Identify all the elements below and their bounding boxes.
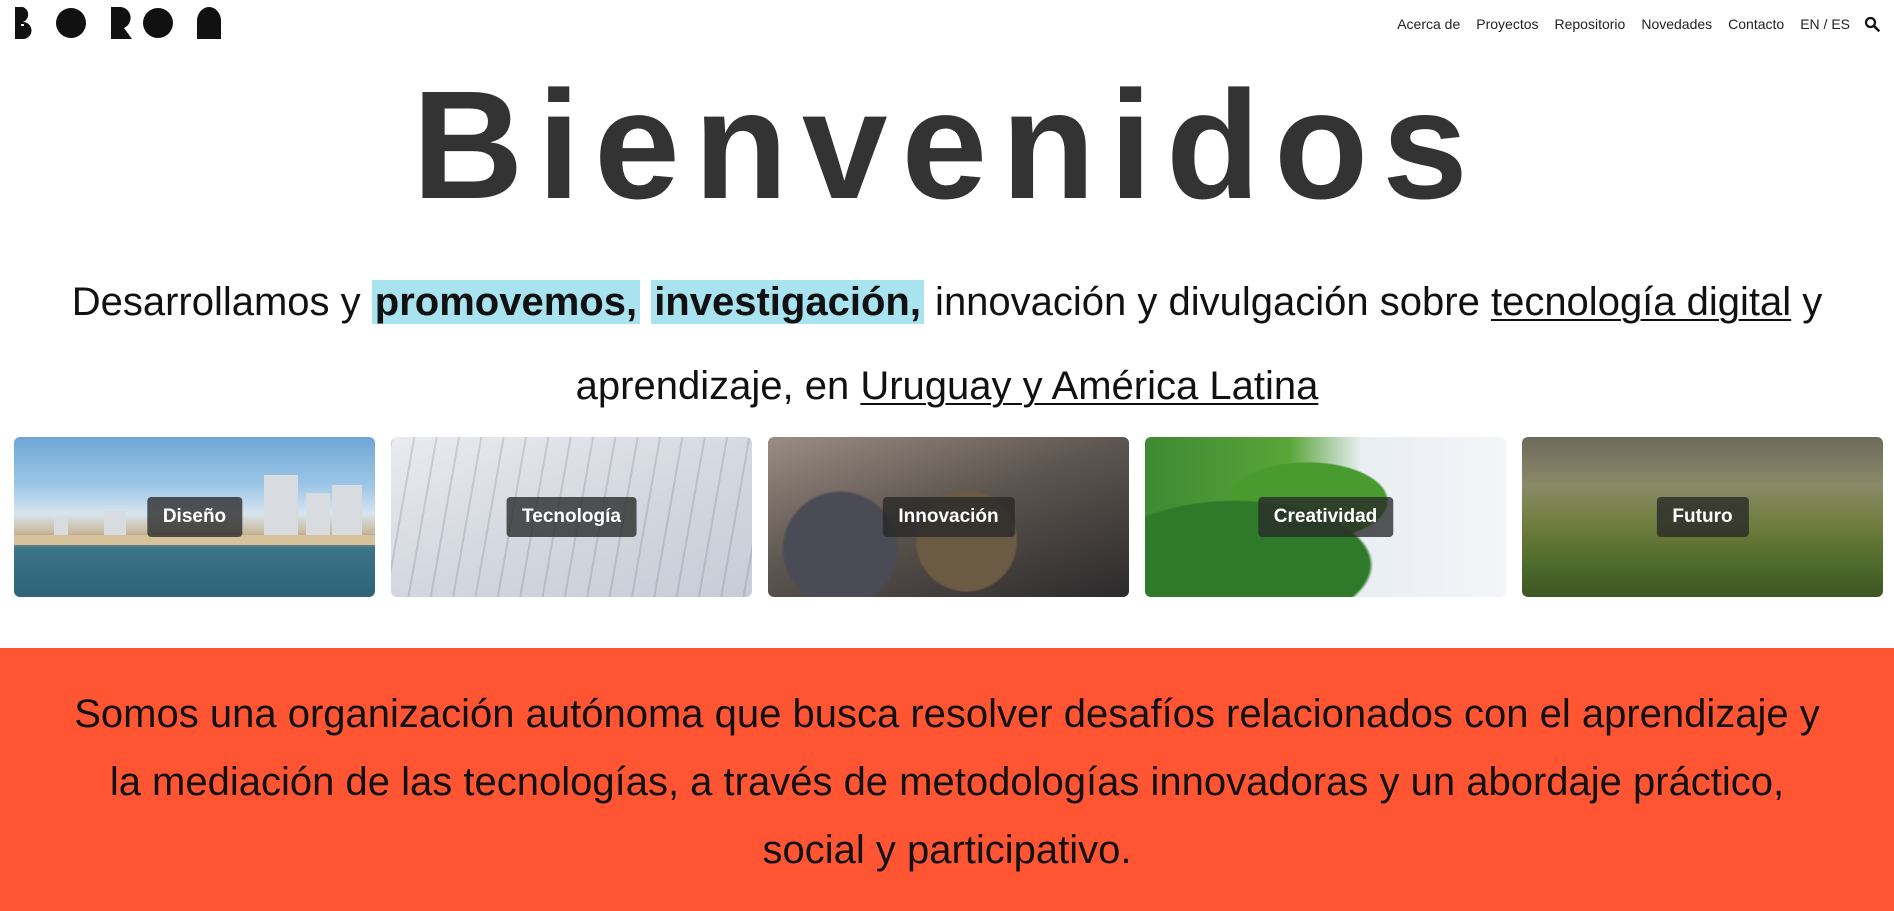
language-switch[interactable]: EN / ES — [1800, 16, 1850, 32]
card-label: Creatividad — [1257, 497, 1394, 537]
nav-repositorio[interactable]: Repositorio — [1555, 16, 1626, 32]
card-tecnologia[interactable]: Tecnología — [391, 437, 752, 597]
category-cards: Diseño Tecnología Innovación Creatividad… — [14, 437, 1884, 597]
highlight-investigacion: investigación, — [651, 280, 924, 324]
mission-text: Somos una organización autónoma que busc… — [74, 692, 1820, 872]
intro-part: Desarrollamos y — [71, 280, 372, 324]
highlight-promovemos: promovemos, — [371, 280, 641, 324]
boron-logo[interactable] — [13, 5, 221, 39]
main-nav: Acerca de Proyectos Repositorio Novedade… — [1397, 13, 1894, 35]
mission-band: Somos una organización autónoma que busc… — [0, 648, 1894, 911]
hero-title: Bienvenidos — [412, 59, 1482, 231]
card-label: Tecnología — [506, 497, 637, 537]
card-label: Futuro — [1656, 497, 1749, 537]
link-uruguay-america-latina[interactable]: Uruguay y América Latina — [860, 364, 1318, 408]
card-innovacion[interactable]: Innovación — [768, 437, 1129, 597]
intro-text: Desarrollamos y promovemos, investigació… — [25, 260, 1869, 428]
search-icon[interactable] — [1864, 16, 1880, 32]
nav-acerca-de[interactable]: Acerca de — [1397, 16, 1460, 32]
site-header: Acerca de Proyectos Repositorio Novedade… — [0, 0, 1894, 48]
card-label: Diseño — [146, 497, 243, 537]
nav-proyectos[interactable]: Proyectos — [1476, 16, 1538, 32]
card-diseno[interactable]: Diseño — [14, 437, 375, 597]
link-tecnologia-digital[interactable]: tecnología digital — [1491, 280, 1791, 324]
nav-contacto[interactable]: Contacto — [1728, 16, 1784, 32]
card-futuro[interactable]: Futuro — [1522, 437, 1883, 597]
nav-novedades[interactable]: Novedades — [1641, 16, 1712, 32]
intro-part: innovación y divulgación sobre — [923, 280, 1491, 324]
card-label: Innovación — [882, 497, 1015, 537]
card-creatividad[interactable]: Creatividad — [1145, 437, 1506, 597]
